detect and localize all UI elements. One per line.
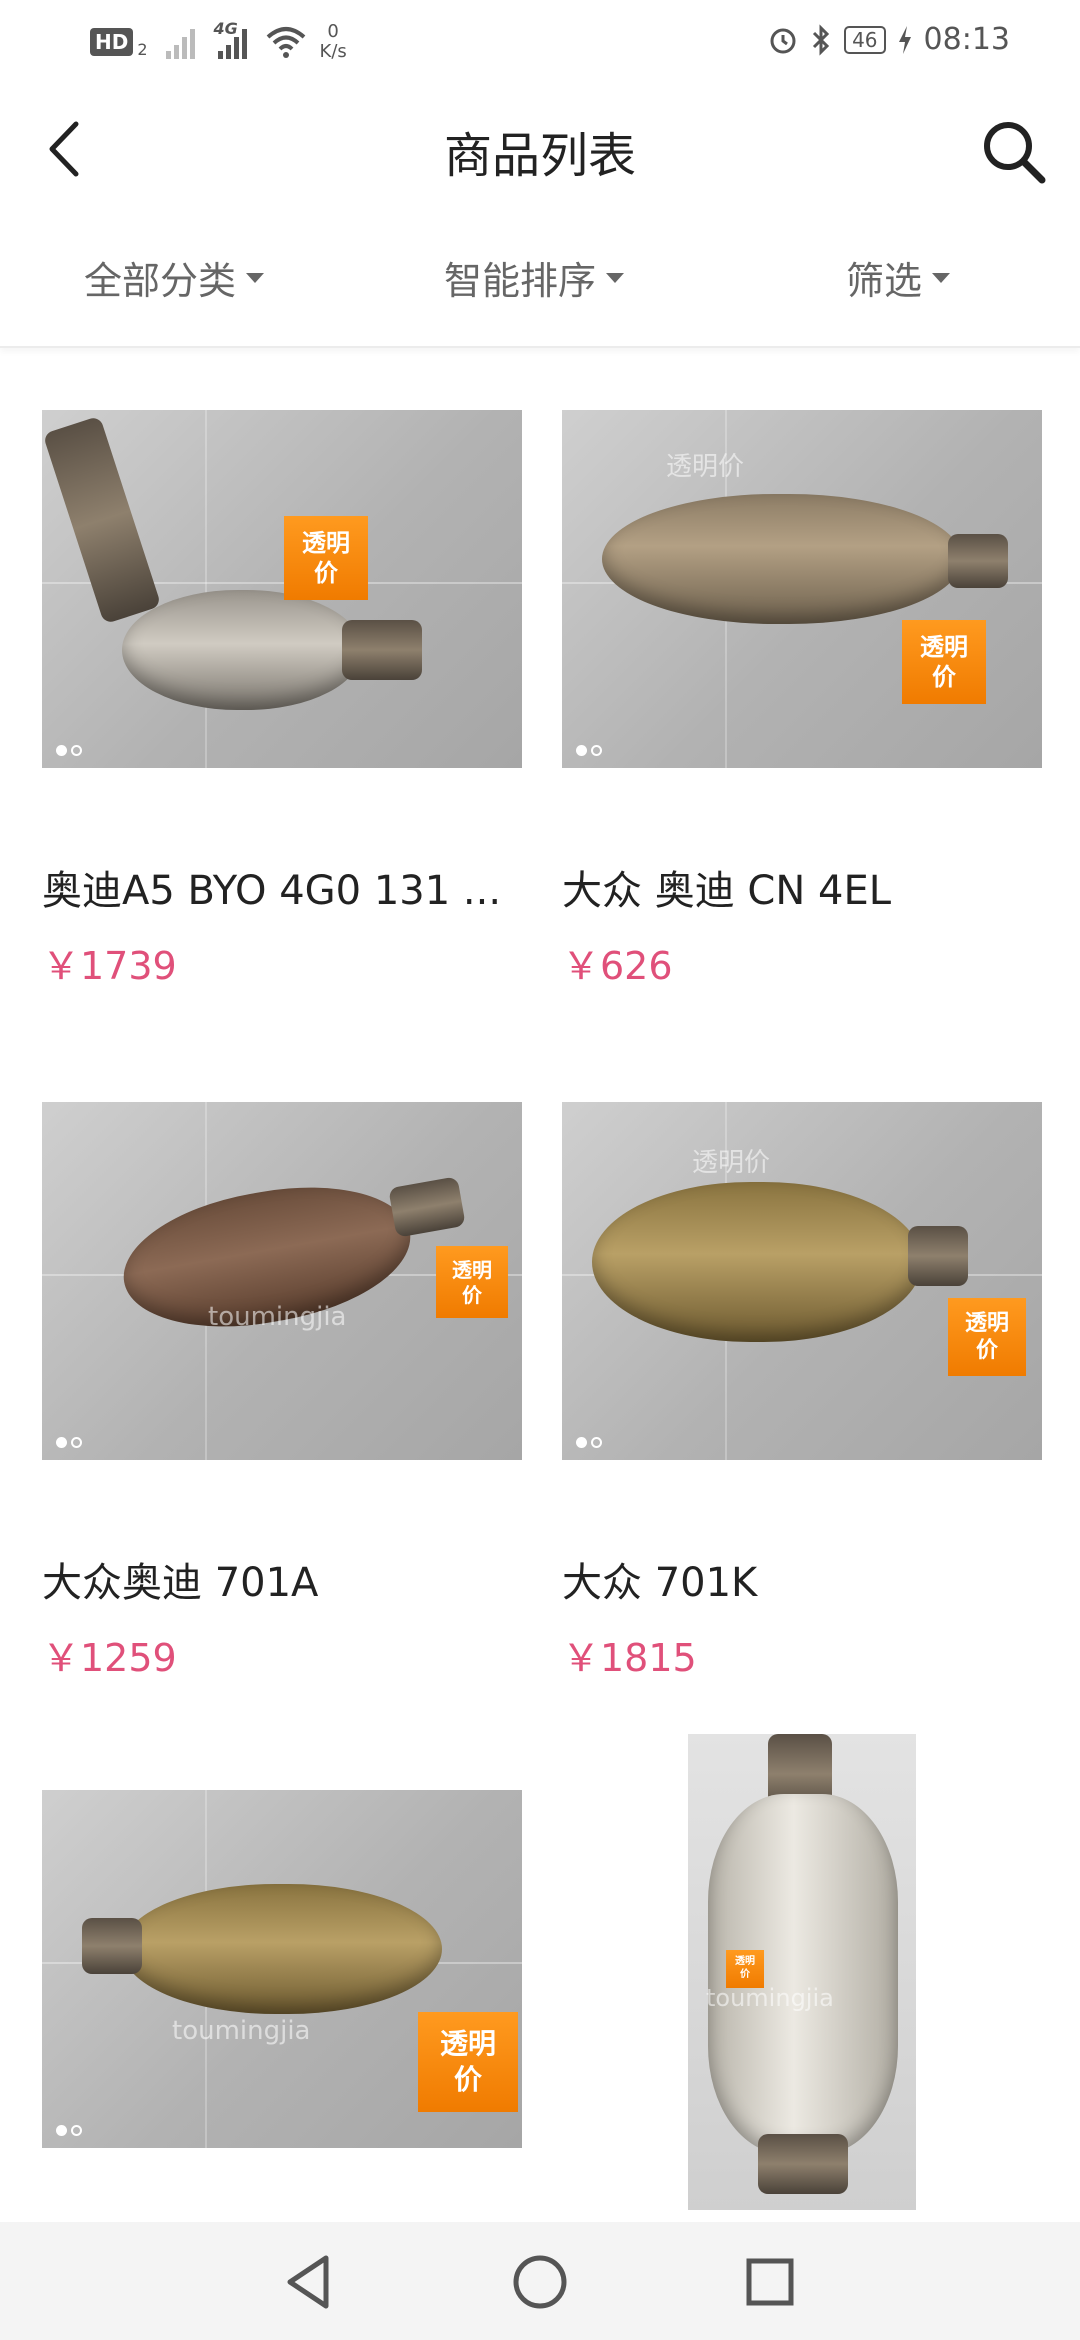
price-tag-badge: 透明价	[902, 620, 986, 704]
net-speed-unit: K/s	[319, 41, 347, 62]
hd-icon: HD	[90, 28, 134, 56]
camera-watermark	[56, 2125, 82, 2136]
signal-sim1-icon	[162, 25, 200, 59]
product-image: toumingjia 透明价	[688, 1734, 916, 2210]
product-price: ￥626	[562, 944, 673, 988]
sort-filter-label: 智能排序	[444, 259, 597, 303]
battery-icon: 46	[844, 25, 886, 54]
screen-filter-label: 筛选	[846, 259, 923, 303]
price-tag-badge: 透明价	[418, 2012, 518, 2112]
nav-back-button[interactable]	[278, 2250, 342, 2314]
caret-down-icon	[246, 272, 265, 283]
caret-down-icon	[606, 272, 625, 283]
net-speed-value: 0	[327, 21, 339, 42]
price-tag-badge: 透明价	[436, 1246, 508, 1318]
camera-watermark	[576, 745, 602, 756]
category-filter[interactable]: 全部分类	[84, 250, 265, 305]
category-filter-label: 全部分类	[84, 259, 237, 303]
product-name: 大众 701K	[562, 1560, 758, 1606]
product-price: ￥1815	[562, 1636, 697, 1680]
product-name: 大众 奥迪 CN 4EL	[562, 868, 892, 914]
product-card[interactable]: toumingjia 透明价	[42, 1790, 522, 2170]
image-watermark: 透明价	[692, 1148, 771, 1178]
camera-watermark	[56, 745, 82, 756]
system-nav-bar	[0, 2222, 1080, 2340]
screen-filter[interactable]: 筛选	[846, 250, 951, 305]
image-watermark: toumingjia	[172, 2016, 311, 2046]
product-price: ￥1739	[42, 944, 177, 988]
product-price: ￥1259	[42, 1636, 177, 1680]
price-tag-badge: 透明价	[948, 1298, 1026, 1376]
product-card[interactable]: toumingjia 透明价	[562, 1734, 1042, 2214]
net-speed: 0 K/s	[320, 22, 347, 62]
nav-home-button[interactable]	[508, 2250, 572, 2314]
app-header: 商品列表	[0, 86, 1080, 216]
product-image: 透明价	[42, 410, 522, 768]
nav-recent-button[interactable]	[738, 2250, 802, 2314]
square-recent-icon	[746, 2258, 794, 2306]
product-image: 透明价 透明价	[562, 410, 1042, 768]
alarm-icon	[770, 28, 796, 53]
charging-icon	[898, 25, 911, 54]
page-title: 商品列表	[443, 128, 636, 184]
wifi-icon	[266, 27, 305, 58]
price-tag-badge: 透明价	[284, 516, 368, 600]
circle-home-icon	[513, 2255, 567, 2309]
status-left: HD 2 4G 0 K/s	[90, 19, 347, 62]
product-card[interactable]: 透明价 奥迪A5 BYO 4G0 131 ... ￥1739	[42, 410, 522, 1010]
product-name: 奥迪A5 BYO 4G0 131 ...	[42, 868, 502, 914]
product-card[interactable]: 透明价 透明价 大众 奥迪 CN 4EL ￥626	[562, 410, 1042, 1010]
filter-bar: 全部分类 智能排序 筛选	[0, 230, 1080, 348]
hd-sub-label: 2	[137, 39, 148, 59]
signal-4g-icon: 4G	[214, 19, 252, 59]
bluetooth-icon	[813, 23, 830, 56]
camera-watermark	[56, 1437, 82, 1448]
product-image: toumingjia 透明价	[42, 1102, 522, 1460]
image-watermark: toumingjia	[208, 1302, 347, 1332]
status-right: 46 08:13	[768, 22, 1010, 57]
camera-watermark	[576, 1437, 602, 1448]
status-bar: HD 2 4G 0 K/s 46 08:13	[0, 0, 1080, 86]
caret-down-icon	[932, 272, 951, 283]
image-watermark: 透明价	[666, 452, 745, 482]
clock: 08:13	[923, 22, 1010, 57]
price-tag-badge: 透明价	[726, 1950, 764, 1988]
product-card[interactable]: 透明价 透明价 大众 701K ￥1815	[562, 1102, 1042, 1702]
product-card[interactable]: toumingjia 透明价 大众奥迪 701A ￥1259	[42, 1102, 522, 1702]
sort-filter[interactable]: 智能排序	[444, 250, 625, 305]
triangle-back-icon	[287, 2255, 329, 2309]
product-image: 透明价 透明价	[562, 1102, 1042, 1460]
search-button[interactable]	[978, 116, 1050, 188]
search-icon	[984, 122, 1046, 184]
image-watermark: toumingjia	[706, 1984, 834, 2012]
product-name: 大众奥迪 701A	[42, 1560, 319, 1606]
product-image: toumingjia 透明价	[42, 1790, 522, 2148]
network-type-label: 4G	[213, 19, 238, 38]
